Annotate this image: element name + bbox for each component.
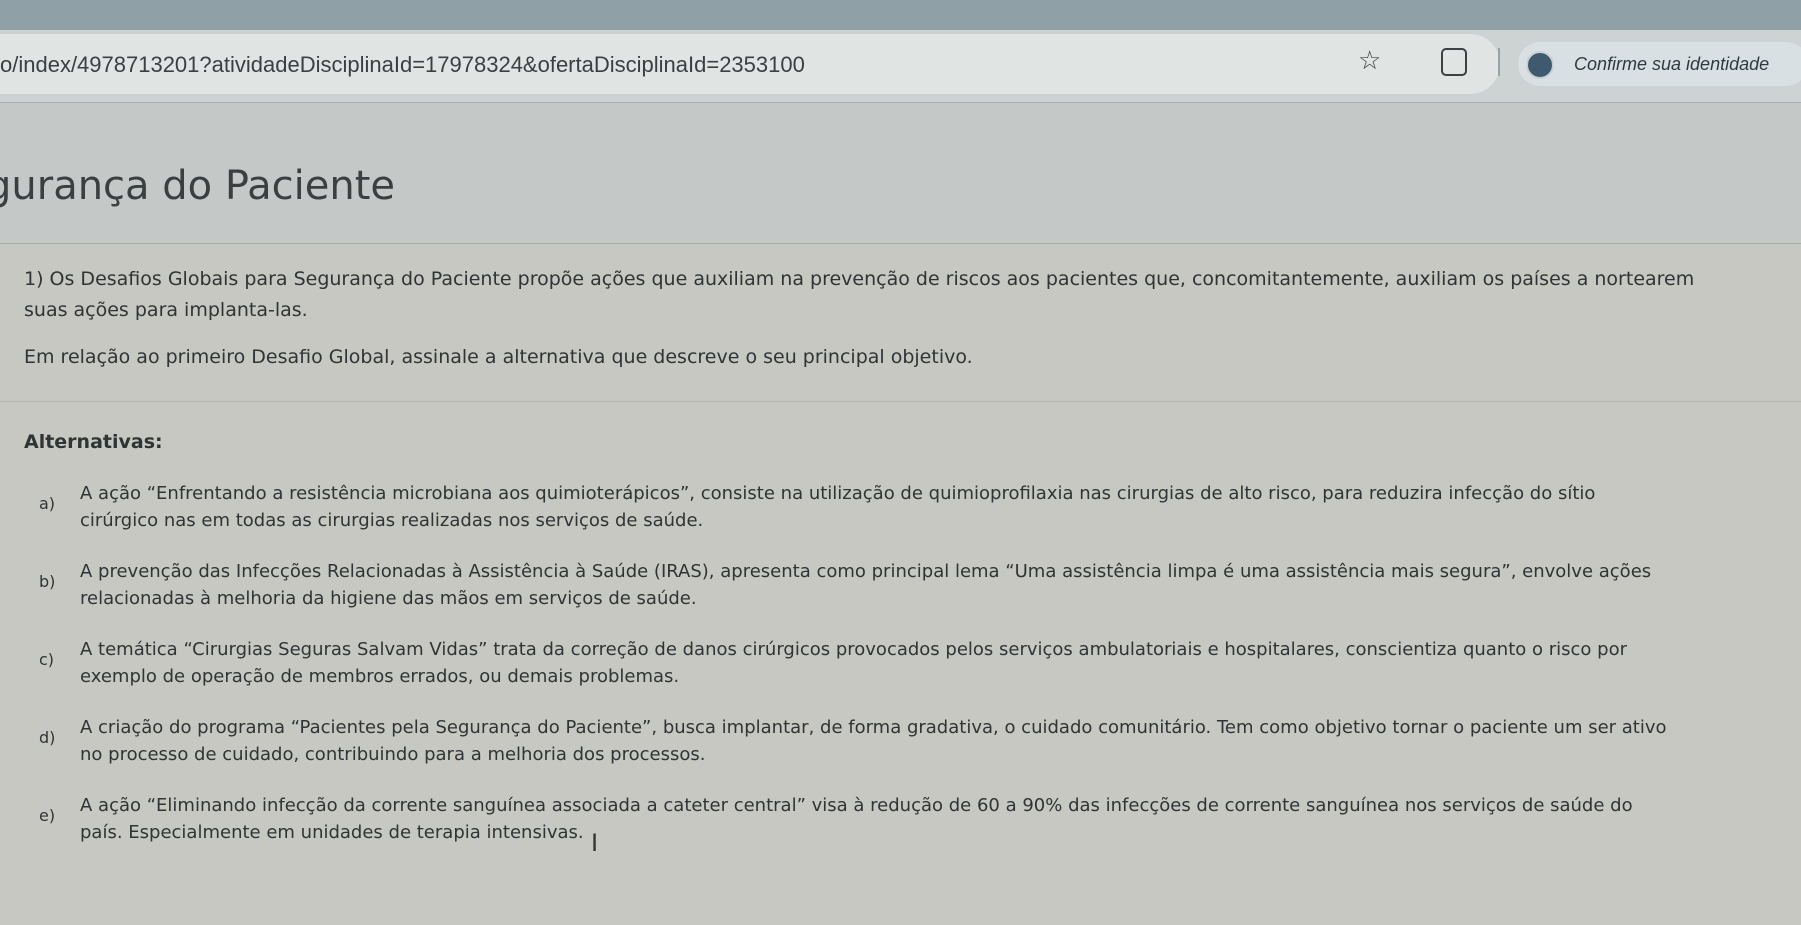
alternative-letter: c) <box>39 650 55 669</box>
alternative-text: A ação “Eliminando infecção da corrente … <box>80 792 1633 846</box>
question-statement: 1) Os Desafios Globais para Segurança do… <box>24 264 1801 326</box>
profile-avatar-icon <box>1526 51 1554 79</box>
alternative-letter: b) <box>39 572 56 591</box>
section-divider <box>0 401 1801 402</box>
alternative-text-line: A prevenção das Infecções Relacionadas à… <box>80 561 1652 582</box>
alternative-text-line: A temática “Cirurgias Seguras Salvam Vid… <box>80 639 1627 660</box>
address-bar[interactable]: o/index/4978713201?atividadeDisciplinaId… <box>0 34 1500 94</box>
alternative-text-line: cirúrgico nas em todas as cirurgias real… <box>80 510 704 531</box>
star-icon[interactable]: ☆ <box>1358 46 1381 76</box>
alternative-text-line: A criação do programa “Pacientes pela Se… <box>80 717 1667 738</box>
browser-tab-strip <box>0 0 1801 30</box>
browser-toolbar: o/index/4978713201?atividadeDisciplinaId… <box>0 30 1801 103</box>
alternative-b[interactable]: b) A prevenção das Infecções Relacionada… <box>24 558 1801 636</box>
alternative-letter: a) <box>39 494 56 513</box>
alternative-letter: d) <box>39 728 56 747</box>
alternative-text: A ação “Enfrentando a resistência microb… <box>80 480 1595 534</box>
question-text-line: suas ações para implanta-las. <box>24 299 308 321</box>
alternatives-list: a) A ação “Enfrentando a resistência mic… <box>24 480 1801 870</box>
profile-label: Confirme sua identidade <box>1574 54 1770 74</box>
alternative-text-line: relacionadas à melhoria da higiene das m… <box>80 588 697 609</box>
alternative-a[interactable]: a) A ação “Enfrentando a resistência mic… <box>24 480 1801 558</box>
toolbar-separator <box>1498 48 1500 76</box>
profile-button[interactable]: Confirme sua identidade <box>1518 42 1801 86</box>
alternative-text-line: no processo de cuidado, contribuindo par… <box>80 744 706 765</box>
alternatives-heading: Alternativas: <box>24 431 163 453</box>
question-text-line: 1) Os Desafios Globais para Segurança do… <box>24 268 1695 290</box>
alternative-text-line: país. Especialmente em unidades de terap… <box>80 822 584 843</box>
question-panel: 1) Os Desafios Globais para Segurança do… <box>0 244 1801 925</box>
extension-icon[interactable] <box>1441 48 1467 76</box>
alternative-c[interactable]: c) A temática “Cirurgias Seguras Salvam … <box>24 636 1801 714</box>
alternative-text-line: exemplo de operação de membros errados, … <box>80 666 680 687</box>
alternative-text: A criação do programa “Pacientes pela Se… <box>80 714 1667 768</box>
alternative-text: A temática “Cirurgias Seguras Salvam Vid… <box>80 636 1627 690</box>
question-instruction: Em relação ao primeiro Desafio Global, a… <box>24 346 973 368</box>
url-text[interactable]: o/index/4978713201?atividadeDisciplinaId… <box>0 52 805 78</box>
alternative-text: A prevenção das Infecções Relacionadas à… <box>80 558 1651 612</box>
alternative-text-line: A ação “Enfrentando a resistência microb… <box>80 483 1596 504</box>
alternative-letter: e) <box>39 806 56 825</box>
page-title: gurança do Paciente <box>0 163 396 209</box>
page-header: gurança do Paciente <box>0 103 1801 244</box>
text-cursor-icon: I <box>591 829 599 857</box>
alternative-text-line: A ação “Eliminando infecção da corrente … <box>80 795 1633 816</box>
alternative-d[interactable]: d) A criação do programa “Pacientes pela… <box>24 714 1801 792</box>
alternative-e[interactable]: e) A ação “Eliminando infecção da corren… <box>24 792 1801 870</box>
